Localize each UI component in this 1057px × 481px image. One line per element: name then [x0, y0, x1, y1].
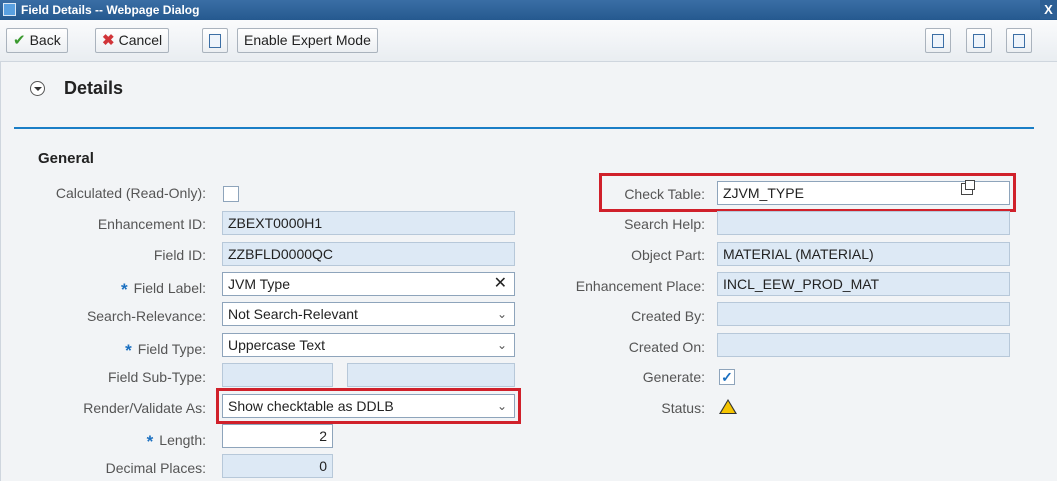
- edit-icon-button[interactable]: [202, 28, 228, 53]
- user-settings-icon: [1013, 34, 1025, 48]
- checkmark-icon: ✔: [13, 32, 26, 49]
- edit-pencil-icon: [209, 34, 221, 48]
- back-button-label: Back: [29, 32, 61, 48]
- user-settings-button[interactable]: [1006, 28, 1032, 53]
- window-title-bar: Field Details -- Webpage Dialog X: [0, 0, 1057, 20]
- list-button[interactable]: [966, 28, 992, 53]
- window-title: Field Details -- Webpage Dialog: [21, 3, 200, 17]
- ie-dialog-icon: [3, 3, 16, 16]
- cancel-x-icon: ✖: [102, 32, 115, 49]
- list-icon: [973, 34, 985, 48]
- toolbar: ✔Back ✖Cancel Enable Expert Mode ▲: [0, 20, 1057, 72]
- back-button[interactable]: ✔ Back: [6, 28, 68, 53]
- enable-expert-mode-label: Enable Expert Mode: [244, 32, 371, 48]
- cancel-button[interactable]: ✖ Cancel: [95, 28, 170, 53]
- cancel-button-label: Cancel: [118, 32, 163, 48]
- panel-frame: [0, 62, 1057, 481]
- enable-expert-mode-button[interactable]: Enable Expert Mode: [237, 28, 378, 53]
- personalize-icon: [932, 34, 944, 48]
- personalize-button[interactable]: [925, 28, 951, 53]
- window-close-button[interactable]: X: [1040, 0, 1057, 19]
